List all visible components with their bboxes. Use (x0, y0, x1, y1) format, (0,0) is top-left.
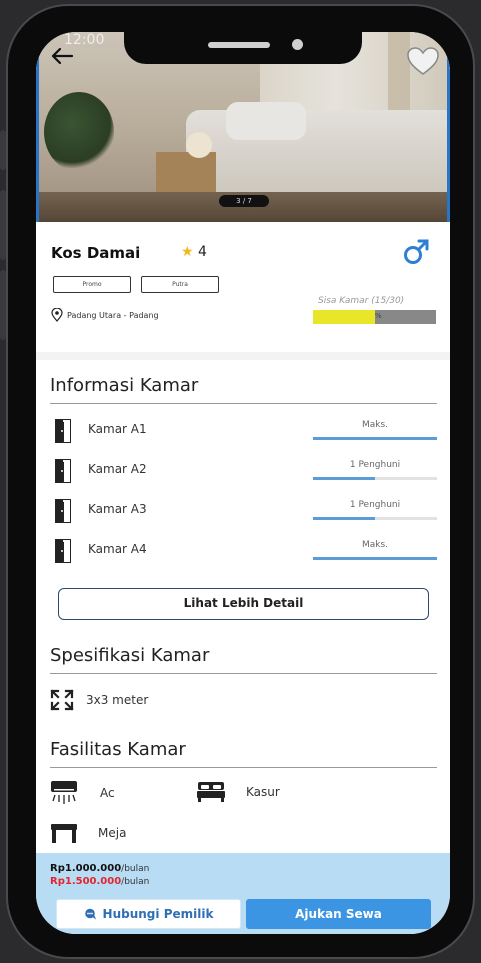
price-unit: /bulan (121, 877, 150, 887)
price-original: Rp1.500.000/bulan (50, 876, 149, 887)
price-current-value: Rp1.000.000 (50, 863, 122, 874)
room-name: Kamar A4 (88, 542, 147, 556)
heart-icon[interactable] (406, 46, 440, 76)
door-icon (55, 419, 71, 443)
location: Padang Utara - Padang (51, 308, 159, 322)
occupancy-progress: % (313, 310, 436, 324)
facility-meja: Meja (50, 822, 126, 844)
expand-arrows-icon (50, 689, 74, 711)
section-title-fasilitas-kamar: Fasilitas Kamar (50, 739, 186, 760)
door-icon (55, 499, 71, 523)
gallery-page-indicator: 3 / 7 (219, 195, 269, 207)
facility-kasur: Kasur (196, 781, 280, 803)
room-status: 1 Penghuni (349, 500, 401, 510)
listing-rating: ★ 4 (181, 244, 207, 260)
section-title-spesifikasi-kamar: Spesifikasi Kamar (50, 645, 210, 666)
price-current: Rp1.000.000/bulan (50, 863, 149, 874)
room-occupancy-fill (313, 557, 437, 560)
phone-mute-switch (0, 130, 6, 170)
phone-volume-up (0, 190, 6, 260)
app-screen: 12:00 3 / 7 Kos Damai ★ 4 Promo Putra Pa… (36, 32, 450, 934)
facility-label: Ac (100, 786, 115, 800)
hubungi-pemilik-button[interactable]: Hubungi Pemilik (56, 899, 241, 929)
listing-name: Kos Damai (51, 244, 141, 262)
room-occupancy-bar (313, 437, 437, 440)
hubungi-pemilik-label: Hubungi Pemilik (102, 907, 214, 921)
room-status: Maks. (361, 540, 389, 550)
tag-promo: Promo (53, 276, 131, 293)
location-text: Padang Utara - Padang (67, 310, 159, 320)
room-occupancy-fill (313, 517, 375, 520)
section-divider (50, 673, 437, 674)
room-row[interactable]: Kamar A1 Maks. (50, 416, 437, 446)
phone-notch (124, 30, 362, 64)
bed-icon (197, 782, 225, 802)
table-icon (51, 824, 77, 843)
room-status: Maks. (361, 420, 389, 430)
chat-icon (84, 908, 96, 920)
room-occupancy-bar (313, 517, 437, 520)
room-row[interactable]: Kamar A3 1 Penghuni (50, 496, 437, 526)
room-name: Kamar A3 (88, 502, 147, 516)
phone-volume-down (0, 270, 6, 340)
facility-ac: Ac (50, 780, 115, 806)
star-icon: ★ (181, 244, 194, 260)
bottom-action-bar: Rp1.000.000/bulan Rp1.500.000/bulan Hubu… (36, 853, 450, 934)
room-name: Kamar A1 (88, 422, 147, 436)
door-icon (55, 459, 71, 483)
door-icon (55, 539, 71, 563)
ajukan-sewa-button[interactable]: Ajukan Sewa (246, 899, 431, 929)
price-unit: /bulan (121, 864, 150, 874)
rating-value: 4 (198, 244, 207, 260)
room-name: Kamar A2 (88, 462, 147, 476)
room-occupancy-fill (313, 437, 437, 440)
ac-icon (51, 781, 77, 804)
sisa-kamar-label: Sisa Kamar (15/30) (318, 296, 405, 306)
section-separator (36, 352, 450, 360)
facility-label: Meja (98, 826, 127, 840)
section-divider (50, 767, 437, 768)
location-pin-icon (51, 308, 63, 322)
section-divider (50, 403, 437, 404)
occupancy-progress-fill (313, 310, 375, 324)
room-status: 1 Penghuni (349, 460, 401, 470)
room-occupancy-fill (313, 477, 375, 480)
tag-putra: Putra (141, 276, 219, 293)
occupancy-progress-label: % (375, 312, 382, 320)
room-size-text: 3x3 meter (86, 693, 149, 707)
spec-room-size: 3x3 meter (50, 689, 148, 711)
back-arrow-icon[interactable] (50, 46, 74, 66)
price-original-value: Rp1.500.000 (50, 876, 122, 887)
lihat-detail-button[interactable]: Lihat Lebih Detail (58, 588, 429, 620)
room-row[interactable]: Kamar A2 1 Penghuni (50, 456, 437, 486)
listing-info: Kos Damai ★ 4 Promo Putra Padang Utara -… (36, 222, 450, 352)
room-row[interactable]: Kamar A4 Maks. (50, 536, 437, 566)
facility-label: Kasur (246, 785, 280, 799)
section-title-informasi-kamar: Informasi Kamar (50, 375, 199, 396)
male-gender-icon (404, 239, 429, 264)
room-occupancy-bar (313, 477, 437, 480)
room-occupancy-bar (313, 557, 437, 560)
